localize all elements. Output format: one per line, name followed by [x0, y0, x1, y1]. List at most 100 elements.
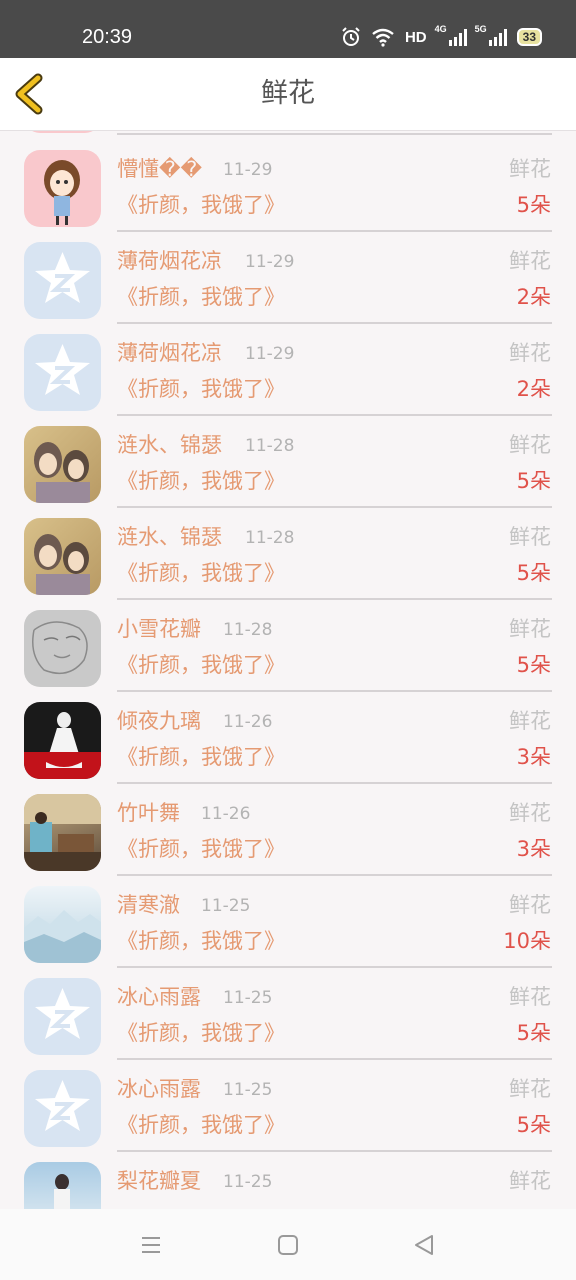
book-title[interactable]: 《折颜，我饿了》	[117, 926, 285, 956]
book-title[interactable]: 《折颜，我饿了》	[117, 282, 285, 312]
avatar	[24, 610, 101, 687]
flower-count: 2朵	[516, 377, 551, 401]
divider	[117, 133, 552, 135]
user-name[interactable]: 冰心雨露	[117, 1074, 201, 1104]
book-title[interactable]: 《折颜，我饿了》	[117, 742, 285, 772]
anime-pair-avatar	[34, 442, 90, 503]
list-item[interactable]: 懵懂�� 11-29 鲜花 《折颜，我饿了》 5朵	[0, 150, 576, 242]
date: 11-29	[245, 344, 295, 364]
back-triangle-icon	[415, 1235, 433, 1255]
user-name[interactable]: 涟水、锦瑟	[117, 430, 222, 460]
user-name[interactable]: 竹叶舞	[117, 798, 180, 828]
list-item[interactable]: 薄荷烟花凉 11-29 鲜花 《折颜，我饿了》 2朵	[0, 334, 576, 426]
clock: 20:39	[82, 26, 133, 48]
list-item[interactable]: 涟水、锦瑟 11-28 鲜花 《折颜，我饿了》 5朵	[0, 518, 576, 610]
nav-back-button[interactable]	[412, 1233, 436, 1257]
book-title[interactable]: 《折颜，我饿了》	[117, 558, 285, 588]
flower-count: 5朵	[516, 1113, 551, 1137]
gift-type: 鲜花	[509, 801, 551, 825]
list-item[interactable]: 梨花瓣夏 11-25 鲜花	[0, 1162, 576, 1209]
list-item[interactable]: 小雪花瓣 11-28 鲜花 《折颜，我饿了》 5朵	[0, 610, 576, 702]
flower-count: 5朵	[516, 653, 551, 677]
home-icon	[278, 1235, 298, 1255]
default-star-avatar	[35, 252, 90, 303]
flower-count: 5朵	[516, 561, 551, 585]
book-title[interactable]: 《折颜，我饿了》	[117, 190, 285, 220]
user-name[interactable]: 倾夜九璃	[117, 706, 201, 736]
avatar	[24, 518, 101, 595]
date: 11-26	[223, 712, 273, 732]
user-name[interactable]: 小雪花瓣	[117, 614, 201, 644]
user-name[interactable]: 薄荷烟花凉	[117, 246, 222, 276]
date: 11-28	[245, 436, 295, 456]
user-name[interactable]: 梨花瓣夏	[117, 1166, 201, 1196]
system-nav-bar	[0, 1209, 576, 1280]
default-star-avatar	[35, 344, 90, 395]
list-item[interactable]: 倾夜九璃 11-26 鲜花 《折颜，我饿了》 3朵	[0, 702, 576, 794]
list-item[interactable]: 冰心雨露 11-25 鲜花 《折颜，我饿了》 5朵	[0, 978, 576, 1070]
gift-type: 鲜花	[509, 985, 551, 1009]
flower-count: 10朵	[503, 929, 551, 953]
gift-type: 鲜花	[509, 525, 551, 549]
user-name[interactable]: 涟水、锦瑟	[117, 522, 222, 552]
list-item[interactable]: 冰心雨露 11-25 鲜花 《折颜，我饿了》 5朵	[0, 1070, 576, 1162]
divider	[117, 322, 552, 324]
menu-icon	[142, 1237, 160, 1253]
divider	[117, 414, 552, 416]
default-star-avatar	[35, 988, 90, 1039]
flower-count: 3朵	[516, 837, 551, 861]
gift-type: 鲜花	[509, 341, 551, 365]
gift-type: 鲜花	[509, 893, 551, 917]
user-name[interactable]: 冰心雨露	[117, 982, 201, 1012]
home-button[interactable]	[276, 1233, 300, 1257]
book-title[interactable]: 《折颜，我饿了》	[117, 374, 285, 404]
date: 11-25	[223, 1080, 273, 1100]
avatar	[24, 426, 101, 503]
list-item[interactable]: 涟水、锦瑟 11-28 鲜花 《折颜，我饿了》 5朵	[0, 426, 576, 518]
date: 11-25	[223, 1172, 273, 1192]
date: 11-28	[223, 620, 273, 640]
sketch-avatar	[32, 621, 88, 675]
battery-icon: 33	[516, 28, 542, 46]
date: 11-26	[201, 804, 251, 824]
menu-button[interactable]	[139, 1233, 163, 1257]
divider	[117, 1150, 552, 1152]
room-photo-avatar	[24, 794, 101, 871]
signal-icon: 4G	[435, 24, 467, 46]
book-title[interactable]: 《折颜，我饿了》	[117, 1110, 285, 1140]
avatar	[24, 1162, 101, 1209]
avatar	[24, 131, 101, 133]
user-name[interactable]: 清寒澈	[117, 890, 180, 920]
signal-icon-2: 5G	[475, 24, 507, 46]
book-title[interactable]: 《折颜，我饿了》	[117, 650, 285, 680]
avatar	[24, 1070, 101, 1147]
avatar	[24, 794, 101, 871]
flower-count: 3朵	[516, 745, 551, 769]
list-item[interactable]: 清寒澈 11-25 鲜花 《折颜，我饿了》 10朵	[0, 886, 576, 978]
network-type-label: 4G	[434, 24, 447, 34]
list-item[interactable]: 薄荷烟花凉 11-29 鲜花 《折颜，我饿了》 2朵	[0, 242, 576, 334]
network-type-label-2: 5G	[474, 24, 487, 34]
gift-type: 鲜花	[509, 433, 551, 457]
ice-landscape-avatar	[24, 910, 101, 963]
cartoon-girl-avatar	[44, 160, 80, 225]
divider	[117, 230, 552, 232]
user-name[interactable]: 薄荷烟花凉	[117, 338, 222, 368]
book-title[interactable]: 《折颜，我饿了》	[117, 1018, 285, 1048]
date: 11-25	[201, 896, 251, 916]
user-name[interactable]: 懵懂��	[117, 154, 202, 184]
divider	[117, 782, 552, 784]
divider	[117, 506, 552, 508]
anime-pair-avatar	[34, 534, 90, 595]
divider	[117, 874, 552, 876]
date: 11-29	[223, 160, 273, 180]
list-item[interactable]: 竹叶舞 11-26 鲜花 《折颜，我饿了》 3朵	[0, 794, 576, 886]
gift-type: 鲜花	[509, 709, 551, 733]
header-bar: 鲜花	[0, 58, 576, 131]
book-title[interactable]: 《折颜，我饿了》	[117, 466, 285, 496]
book-title[interactable]: 《折颜，我饿了》	[117, 834, 285, 864]
wifi-icon	[372, 28, 394, 47]
gift-type: 鲜花	[509, 157, 551, 181]
gift-type: 鲜花	[509, 1169, 551, 1193]
girl-photo-avatar	[54, 1174, 70, 1209]
